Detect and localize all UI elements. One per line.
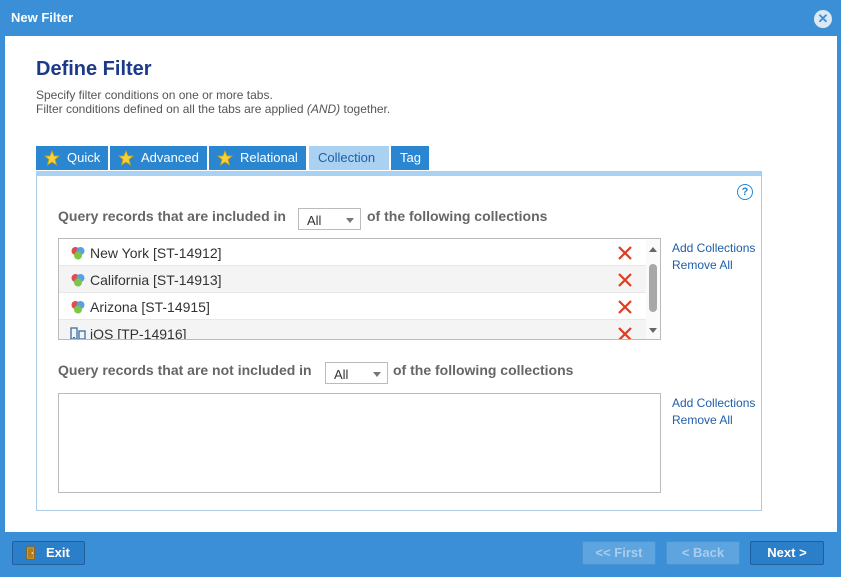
device-icon	[70, 327, 86, 339]
list-item[interactable]: New York [ST-14912]	[59, 239, 647, 266]
next-button[interactable]: Next >	[750, 541, 824, 565]
list-item-label: California [ST-14913]	[90, 272, 222, 288]
collection-panel: ? Query records that are included in All…	[36, 171, 762, 511]
star-icon	[217, 150, 233, 166]
included-query-prefix: Query records that are included in	[58, 208, 286, 224]
excluded-mode-value: All	[334, 367, 349, 382]
subtitle-line-2: Filter conditions defined on all the tab…	[36, 102, 390, 116]
chevron-down-icon	[346, 218, 354, 223]
tab-quick-label: Quick	[67, 150, 101, 165]
tab-advanced-label: Advanced	[141, 150, 199, 165]
tab-relational-label: Relational	[240, 150, 298, 165]
list-item-label: Arizona [ST-14915]	[90, 299, 210, 315]
subtitle-and-emphasis: (AND)	[306, 102, 341, 116]
scroll-down-icon[interactable]	[649, 328, 657, 333]
delete-icon[interactable]	[616, 271, 634, 289]
chevron-down-icon	[373, 372, 381, 377]
included-collections-list[interactable]: New York [ST-14912] California [ST-14913…	[58, 238, 661, 340]
included-mode-value: All	[307, 213, 322, 228]
first-button[interactable]: << First	[582, 541, 656, 565]
tab-collection-label: Collection	[318, 150, 376, 165]
exit-button[interactable]: Exit	[12, 541, 85, 565]
list-item-label: New York [ST-14912]	[90, 245, 222, 261]
tab-quick[interactable]: Quick	[36, 146, 108, 170]
list-item-label: iOS [TP-14916]	[90, 326, 187, 340]
excluded-collections-list[interactable]	[58, 393, 661, 493]
star-icon	[118, 150, 134, 166]
back-button[interactable]: < Back	[666, 541, 740, 565]
collection-icon	[71, 301, 85, 314]
dialog-footer: Exit << First < Back Next >	[0, 532, 841, 577]
add-collections-included-link[interactable]: Add Collections	[672, 241, 755, 255]
remove-all-included-link[interactable]: Remove All	[672, 258, 733, 272]
included-query-suffix: of the following collections	[367, 208, 548, 224]
collection-icon	[71, 274, 85, 287]
subtitle-line-2-text: Filter conditions defined on all the tab…	[36, 102, 307, 116]
add-collections-excluded-link[interactable]: Add Collections	[672, 396, 755, 410]
delete-icon[interactable]	[616, 244, 634, 262]
tab-collection[interactable]: Collection	[309, 146, 389, 170]
page-title: Define Filter	[36, 58, 152, 80]
delete-icon[interactable]	[616, 325, 634, 340]
list-item[interactable]: iOS [TP-14916]	[59, 320, 647, 340]
help-icon[interactable]: ?	[737, 184, 753, 200]
tab-relational[interactable]: Relational	[209, 146, 306, 170]
subtitle-line-1: Specify filter conditions on one or more…	[36, 88, 273, 102]
close-icon[interactable]: ✕	[814, 10, 832, 28]
scroll-up-icon[interactable]	[649, 247, 657, 252]
excluded-query-prefix: Query records that are not included in	[58, 362, 312, 378]
excluded-query-suffix: of the following collections	[393, 362, 574, 378]
delete-icon[interactable]	[616, 298, 634, 316]
window-titlebar: New Filter ✕	[0, 0, 841, 36]
list-item[interactable]: Arizona [ST-14915]	[59, 293, 647, 320]
collection-icon	[71, 247, 85, 260]
tab-tag-label: Tag	[400, 150, 421, 165]
subtitle-line-2-suffix: together.	[340, 102, 391, 116]
exit-button-label: Exit	[46, 545, 70, 560]
list-scrollbar[interactable]	[646, 239, 660, 339]
tab-advanced[interactable]: Advanced	[110, 146, 207, 170]
list-item[interactable]: California [ST-14913]	[59, 266, 647, 293]
exit-door-icon	[26, 546, 35, 560]
tab-tag[interactable]: Tag	[391, 146, 429, 170]
scroll-thumb[interactable]	[649, 264, 657, 312]
window-title: New Filter	[11, 10, 74, 25]
excluded-mode-select[interactable]: All	[325, 362, 388, 384]
dialog-content: Define Filter Specify filter conditions …	[5, 36, 837, 532]
included-mode-select[interactable]: All	[298, 208, 361, 230]
remove-all-excluded-link[interactable]: Remove All	[672, 413, 733, 427]
star-icon	[44, 150, 60, 166]
